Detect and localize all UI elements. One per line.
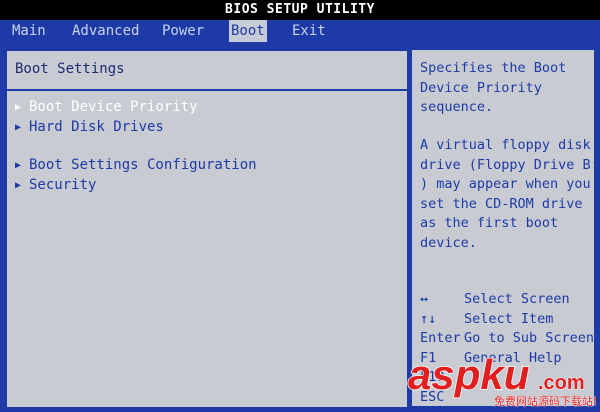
key-action: General Help: [464, 349, 562, 366]
menu-item-label: Boot Device Priority: [29, 99, 198, 115]
tab-exit[interactable]: Exit: [292, 20, 326, 42]
key-label: ↑↓: [420, 310, 437, 327]
section-title: Boot Settings: [15, 61, 125, 77]
help-panel: Specifies the Boot Device Priority seque…: [412, 50, 599, 408]
menu-item-hard-disk-drives[interactable]: ▶ Hard Disk Drives: [15, 118, 164, 136]
key-row: ↔ Select Screen: [420, 290, 592, 310]
menu-item-security[interactable]: ▶ Security: [15, 176, 96, 194]
key-row: ESC: [420, 388, 592, 408]
main-panel: Boot Settings ▶ Boot Device Priority ▶ Har…: [6, 50, 408, 408]
help-description: Specifies the Boot Device Priority seque…: [420, 60, 567, 115]
key-action: Select Item: [464, 310, 554, 327]
tab-boot[interactable]: Boot: [229, 20, 267, 42]
key-legend: ↔ Select Screen ↑↓ Select Item Enter Go to …: [420, 290, 595, 408]
key-label: F1: [420, 349, 437, 366]
key-label: F10: [420, 369, 445, 385]
tab-main[interactable]: Main: [12, 20, 46, 42]
menu-item-label: Boot Settings Configuration: [29, 157, 257, 173]
divider: [7, 89, 407, 91]
tab-power[interactable]: Power: [162, 20, 204, 42]
key-action: Select Screen: [464, 291, 570, 307]
menu-item-boot-settings-configuration[interactable]: ▶ Boot Settings Configuration: [15, 156, 257, 174]
key-label: ↔: [420, 291, 429, 307]
key-label: ESC: [420, 388, 445, 405]
menu-item-boot-device-priority[interactable]: ▶ Boot Device Priority: [15, 98, 198, 116]
bios-title: BIOS SETUP UTILITY: [0, 0, 600, 20]
key-row: Enter Go to Sub Screen: [420, 329, 595, 349]
key-row: F10: [420, 368, 592, 388]
submenu-arrow-icon: ▶: [15, 122, 22, 133]
submenu-arrow-icon: ▶: [15, 160, 22, 171]
menu-item-label: Hard Disk Drives: [29, 119, 164, 135]
key-row: ↑↓ Select Item: [420, 310, 592, 330]
submenu-arrow-icon: ▶: [15, 102, 22, 113]
help-note: A virtual floppy disk drive (Floppy Driv…: [420, 137, 599, 251]
key-action: Go to Sub Screen: [464, 330, 595, 346]
menu-bar: Main Advanced Power Boot Exit: [0, 20, 600, 42]
submenu-arrow-icon: ▶: [15, 180, 22, 191]
key-label: Enter: [420, 330, 461, 346]
key-row: F1 General Help: [420, 349, 592, 369]
menu-item-label: Security: [29, 177, 97, 193]
tab-advanced[interactable]: Advanced: [72, 20, 139, 42]
